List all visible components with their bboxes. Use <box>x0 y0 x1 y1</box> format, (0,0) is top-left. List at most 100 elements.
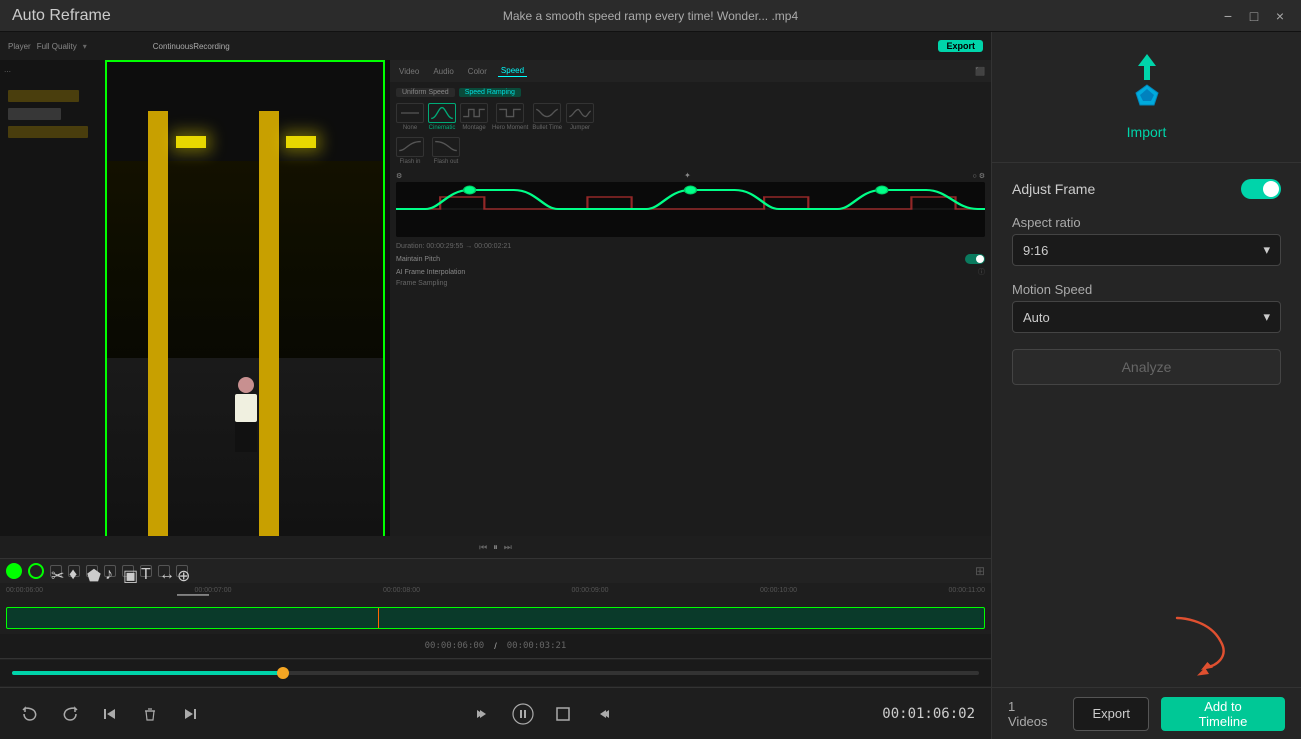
person-figure <box>231 377 261 457</box>
figure-head <box>238 377 254 393</box>
analyze-button[interactable]: Analyze <box>1012 349 1281 385</box>
analyze-label: Analyze <box>1122 359 1172 375</box>
flash-presets-row: Flash in Flash out <box>396 137 985 165</box>
garage-pillar-left <box>148 111 168 556</box>
garage-light-right <box>286 136 316 148</box>
tl-audio-icon[interactable]: ♪ <box>104 565 116 577</box>
progress-thumb[interactable] <box>277 667 289 679</box>
video-area: Player Full Quality ▾ ContinuousRecordin… <box>0 32 991 739</box>
adjust-frame-section: Adjust Frame Aspect ratio 9:16 ▾ Motion … <box>992 163 1301 607</box>
maintain-pitch-toggle[interactable] <box>965 254 985 264</box>
ruler-label-3: 00:00:08:00 <box>383 587 420 594</box>
garage-pillar-center <box>259 111 279 556</box>
preset-bullet[interactable]: Bullet Time <box>532 103 562 131</box>
preset-montage[interactable]: Montage <box>460 103 488 131</box>
arrow-indicator <box>992 607 1301 687</box>
left-player-controls: ⏮ ⏸ ⏭ <box>0 536 991 558</box>
tl-snap-btn[interactable] <box>28 563 44 579</box>
preset-flash-in[interactable]: Flash in <box>396 137 424 165</box>
inner-aspect-icon: ⬛ <box>975 67 985 76</box>
aspect-ratio-select[interactable]: 9:16 ▾ <box>1012 234 1281 266</box>
tl-keyframe-icon[interactable]: ⬟ <box>86 565 98 577</box>
ruler-label-4: 00:00:09:00 <box>572 587 609 594</box>
inner-slash: / <box>494 641 497 651</box>
maximize-button[interactable]: □ <box>1245 7 1263 25</box>
timeline-playhead <box>378 608 379 628</box>
tl-record-btn[interactable] <box>6 563 22 579</box>
titlebar: Auto Reframe Make a smooth speed ramp ev… <box>0 0 1301 32</box>
inner-player-controls: 00:00:06:00 / 00:00:03:21 <box>0 634 991 658</box>
close-button[interactable]: × <box>1271 7 1289 25</box>
inner-timeline-track: 00:00:06:00 00:00:07:00 00:00:08:00 00:0… <box>0 583 991 633</box>
preview-canvas: Player Full Quality ▾ ContinuousRecordin… <box>0 32 991 658</box>
motion-speed-value: Auto <box>1023 310 1050 325</box>
timecode-display: 00:01:06:02 <box>882 706 975 722</box>
tl-video-icon[interactable]: ▣ <box>122 565 134 577</box>
play-pause-button[interactable] <box>509 700 537 728</box>
tl-grid-icon[interactable]: ⊞ <box>975 564 985 578</box>
inner-tab-video[interactable]: Video <box>396 66 422 77</box>
preset-jumper[interactable]: Jumper <box>566 103 594 131</box>
arrow-svg <box>1161 607 1241 677</box>
preset-none[interactable]: None <box>396 103 424 131</box>
add-to-timeline-button[interactable]: Add to Timeline <box>1161 697 1285 731</box>
tl-transition-icon[interactable]: ↔ <box>158 565 170 577</box>
tl-cut-icon[interactable]: ✂ <box>50 565 62 577</box>
adjust-frame-toggle[interactable] <box>1241 179 1281 199</box>
redo-button[interactable] <box>56 700 84 728</box>
inner-tab-audio[interactable]: Audio <box>430 66 456 77</box>
left-ctrl-play[interactable]: ⏸ <box>493 542 498 553</box>
go-end-button[interactable] <box>176 700 204 728</box>
step-back-button[interactable] <box>469 700 497 728</box>
motion-speed-arrow: ▾ <box>1263 309 1270 325</box>
left-ctrl-next[interactable]: ⏭ <box>504 542 512 553</box>
undo-button[interactable] <box>16 700 44 728</box>
tl-zoom-track[interactable]: ⊕ —— <box>176 565 188 577</box>
inner-tab-speed[interactable]: Speed <box>498 65 527 77</box>
uniform-speed-btn[interactable]: Uniform Speed <box>396 88 455 97</box>
inner-time-total: 00:00:03:21 <box>507 641 567 651</box>
go-start-button[interactable] <box>96 700 124 728</box>
timeline-clip[interactable] <box>6 607 985 629</box>
progress-fill <box>12 671 283 675</box>
inner-timeline-controls: ✂ ♦ ⬟ ♪ ▣ T ↔ ⊕ —— ⊞ <box>0 559 991 583</box>
ruler-label-2: 00:00:07:00 <box>195 587 232 594</box>
garage-light-left <box>176 136 206 148</box>
maintain-pitch-label: Maintain Pitch <box>396 256 440 263</box>
speed-ramping-btn[interactable]: Speed Ramping <box>459 88 521 97</box>
maintain-pitch-row: Maintain Pitch <box>396 254 985 264</box>
preset-flash-out[interactable]: Flash out <box>432 137 460 165</box>
delete-button[interactable] <box>136 700 164 728</box>
export-button[interactable]: Export <box>1073 697 1149 731</box>
minimize-button[interactable]: − <box>1219 7 1237 25</box>
preset-hero[interactable]: Hero Moment <box>492 103 528 131</box>
tl-text-icon[interactable]: T <box>140 565 152 577</box>
import-button[interactable]: Import <box>1127 124 1167 142</box>
left-ctrl-prev[interactable]: ⏮ <box>479 542 487 553</box>
import-icon-stack <box>1117 52 1177 112</box>
inner-player-label: Player <box>8 42 31 51</box>
inner-quality-label: Full Quality <box>37 42 77 51</box>
inner-tabs: Video Audio Color Speed ⬛ <box>390 60 991 82</box>
stop-button[interactable] <box>549 700 577 728</box>
step-forward-button[interactable] <box>589 700 617 728</box>
preset-cinematic[interactable]: Cinematic <box>428 103 456 131</box>
motion-speed-section: Motion Speed Auto ▾ <box>1012 282 1281 333</box>
motion-speed-select[interactable]: Auto ▾ <box>1012 301 1281 333</box>
app-title: Auto Reframe <box>12 7 111 25</box>
inner-export-btn[interactable]: Export <box>938 40 983 52</box>
playback-controls: 00:01:06:02 <box>0 687 991 739</box>
progress-track[interactable] <box>12 671 979 675</box>
tl-marker-icon[interactable]: ♦ <box>68 565 80 577</box>
timeline-ruler-labels: 00:00:06:00 00:00:07:00 00:00:08:00 00:0… <box>6 587 985 594</box>
ruler-label-6: 00:00:11:00 <box>949 587 985 594</box>
main-preview-frame <box>105 60 385 558</box>
speed-curve-graph <box>396 182 985 237</box>
inner-tab-color[interactable]: Color <box>465 66 490 77</box>
right-controls: 00:01:06:02 <box>882 706 975 722</box>
timeline-ruler: 00:00:06:00 00:00:07:00 00:00:08:00 00:0… <box>6 587 985 603</box>
import-label: Import <box>1127 124 1167 140</box>
ai-frame-label: AI Frame Interpolation <box>396 269 465 276</box>
bottom-action-bar: 1 Videos Export Add to Timeline <box>992 687 1301 739</box>
inner-editor-bar: Player Full Quality ▾ ContinuousRecordin… <box>0 32 991 60</box>
